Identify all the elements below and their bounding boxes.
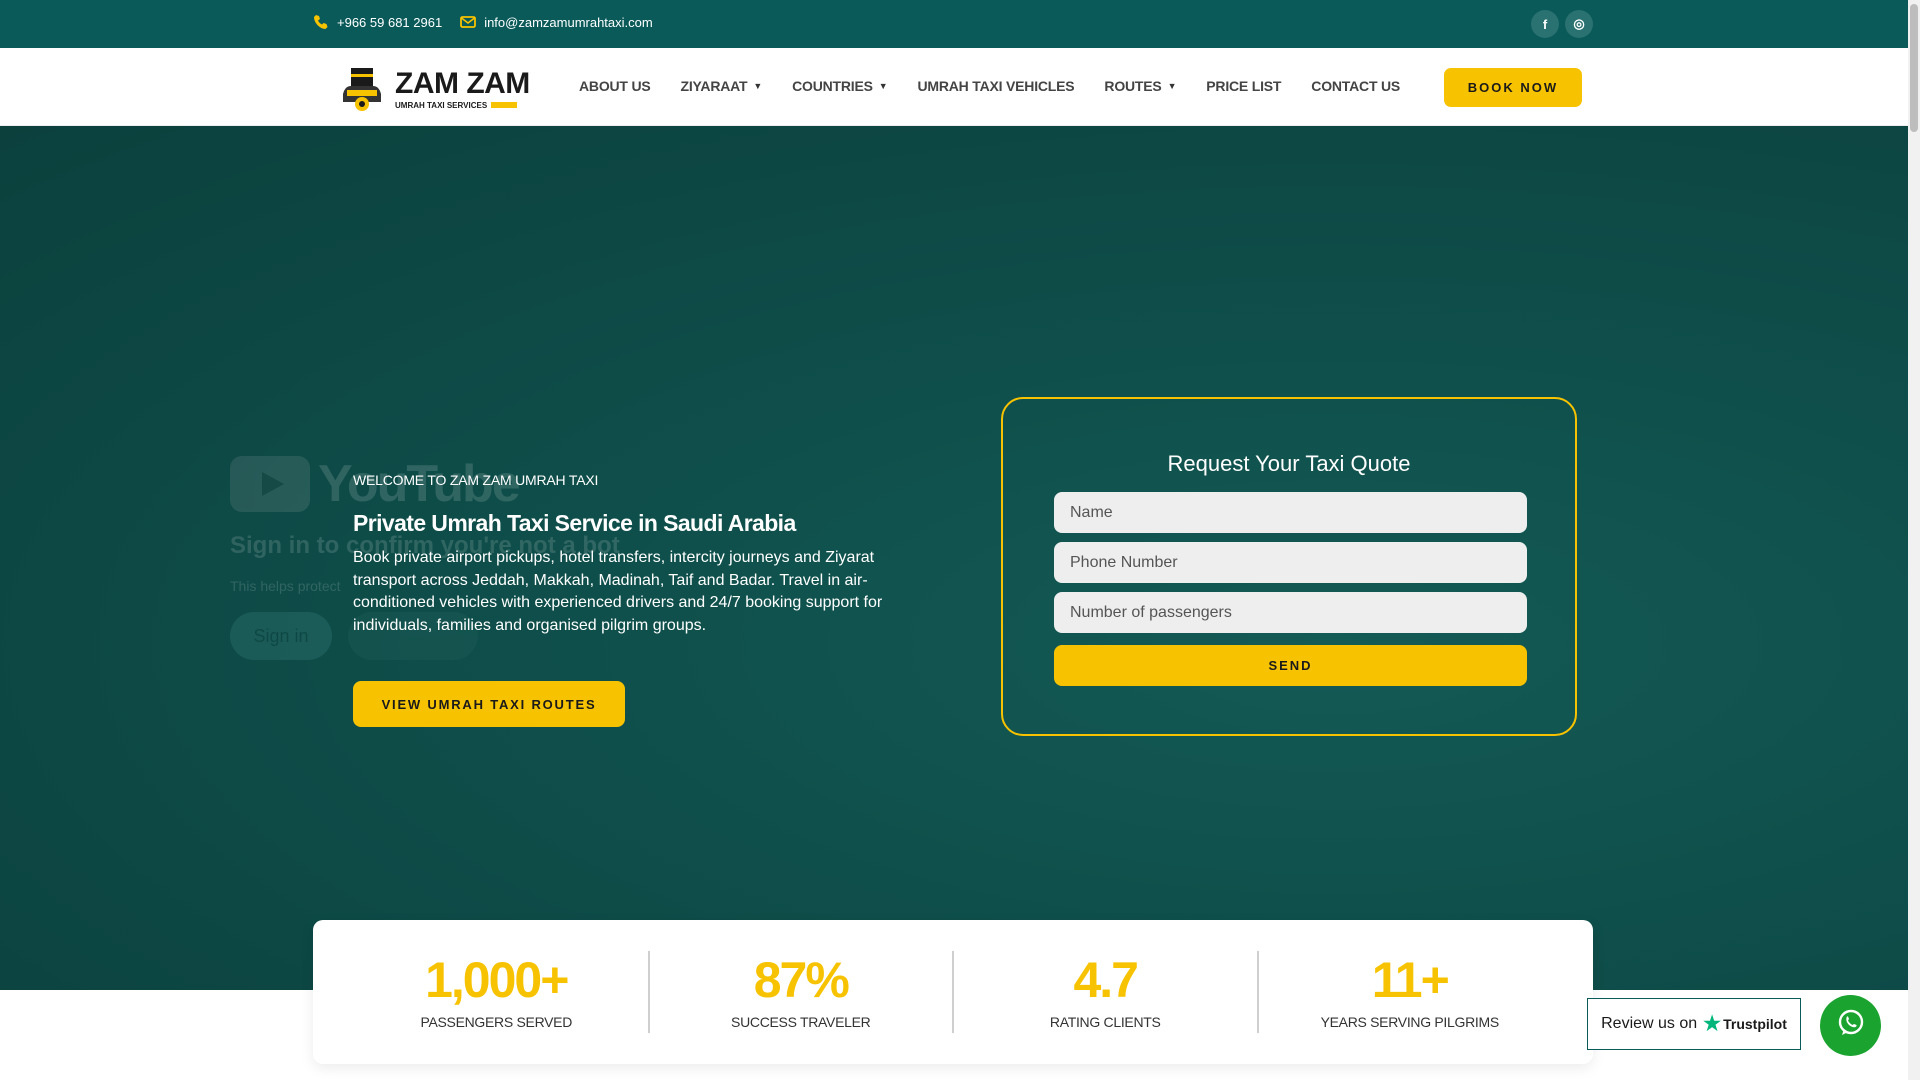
top-contact-bar: +966 59 681 2961 info@zamzamumrahtaxi.co…	[0, 0, 1908, 48]
nav-item-contact-us[interactable]: CONTACT US	[1311, 78, 1400, 94]
hero-section: YouTube Sign in to confirm you're not a …	[0, 126, 1908, 990]
send-button[interactable]: SEND	[1054, 645, 1527, 686]
stat-value: 87%	[753, 952, 850, 1008]
quote-form: Request Your Taxi Quote SEND	[1001, 397, 1577, 736]
stat-passengers: 1,000+ PASSENGERS SERVED	[345, 951, 650, 1033]
nav-item-label: UMRAH TAXI VEHICLES	[917, 78, 1075, 94]
email-link[interactable]: info@zamzamumrahtaxi.com	[460, 15, 653, 30]
hero-description: Book private airport pickups, hotel tran…	[353, 549, 883, 634]
scrollbar-thumb[interactable]	[1910, 4, 1918, 132]
phone-number: +966 59 681 2961	[337, 14, 443, 30]
whatsapp-icon	[1836, 1008, 1866, 1043]
trustpilot-star-icon: ★	[1703, 1013, 1722, 1035]
youtube-play-icon	[230, 456, 310, 512]
stat-years: 11+ YEARS SERVING PILGRIMS	[1259, 951, 1562, 1033]
chevron-down-icon: ▼	[753, 81, 763, 91]
nav-item-label: ABOUT US	[579, 78, 651, 94]
stat-label: PASSENGERS SERVED	[420, 1014, 573, 1030]
main-navigation: ZAM ZAM UMRAH TAXI SERVICES ABOUT US ZIY…	[0, 48, 1908, 126]
stats-row: 1,000+ PASSENGERS SERVED 87% SUCCESS TRA…	[345, 951, 1561, 1033]
stat-success: 87% SUCCESS TRAVELER	[650, 951, 954, 1033]
chevron-down-icon: ▼	[1167, 81, 1177, 91]
phone-link[interactable]: +966 59 681 2961	[313, 14, 442, 30]
instagram-icon[interactable]: ◎	[1565, 10, 1593, 38]
nav-item-about-us[interactable]: ABOUT US	[579, 78, 651, 94]
name-input[interactable]	[1054, 492, 1527, 533]
trustpilot-brand: Trustpilot	[1723, 1016, 1787, 1032]
nav-item-countries[interactable]: COUNTRIES ▼	[792, 78, 888, 94]
youtube-signin-button[interactable]: Sign in	[230, 612, 332, 660]
page-scrollbar[interactable]	[1908, 0, 1920, 1080]
logo-car-icon	[337, 64, 387, 114]
nav-item-label: ROUTES	[1104, 78, 1162, 94]
social-links: f ◎	[1531, 10, 1593, 38]
email-icon	[460, 15, 477, 29]
nav-item-price-list[interactable]: PRICE LIST	[1206, 78, 1281, 94]
stat-label: YEARS SERVING PILGRIMS	[1320, 1014, 1500, 1030]
nav-item-routes[interactable]: ROUTES ▼	[1104, 78, 1176, 94]
quote-form-title: Request Your Taxi Quote	[1167, 451, 1411, 476]
stat-value: 4.7	[1073, 952, 1139, 1008]
logo-brand-text: ZAM ZAM	[395, 66, 530, 100]
phone-icon	[313, 14, 329, 30]
stats-card: 1,000+ PASSENGERS SERVED 87% SUCCESS TRA…	[313, 920, 1593, 1064]
stat-value: 1,000+	[425, 952, 569, 1008]
hero-title: Private Umrah Taxi Service in Saudi Arab…	[353, 510, 796, 536]
whatsapp-button[interactable]	[1820, 995, 1881, 1056]
stat-label: RATING CLIENTS	[1049, 1014, 1161, 1030]
nav-item-label: ZIYARAAT	[680, 78, 748, 94]
logo-tagline: UMRAH TAXI SERVICES	[395, 101, 530, 110]
email-address: info@zamzamumrahtaxi.com	[484, 14, 653, 30]
chevron-down-icon: ▼	[878, 81, 888, 91]
site-logo[interactable]: ZAM ZAM UMRAH TAXI SERVICES	[337, 63, 540, 115]
facebook-icon[interactable]: f	[1531, 10, 1559, 38]
nav-item-label: PRICE LIST	[1206, 78, 1282, 94]
hero-text-block: WELCOME TO ZAM ZAM UMRAH TAXI Private Um…	[353, 472, 933, 637]
nav-item-ziyaraat[interactable]: ZIYARAAT ▼	[681, 78, 763, 94]
book-now-button[interactable]: BOOK NOW	[1444, 68, 1582, 107]
youtube-helper-text: This helps protect	[230, 578, 341, 594]
stat-label: SUCCESS TRAVELER	[731, 1014, 871, 1030]
phone-input[interactable]	[1054, 542, 1527, 583]
trustpilot-review-button[interactable]: Review us on ★ Trustpilot	[1587, 998, 1801, 1050]
nav-item-label: CONTACT US	[1311, 78, 1401, 94]
trustpilot-text: Review us on	[1601, 1015, 1698, 1032]
logo-tagline-bar	[491, 102, 518, 108]
trustpilot-logo: ★ Trustpilot	[1703, 1014, 1787, 1034]
stat-value: 11+	[1371, 952, 1450, 1008]
stat-rating: 4.7 RATING CLIENTS	[954, 951, 1259, 1033]
contact-info: +966 59 681 2961 info@zamzamumrahtaxi.co…	[313, 14, 653, 30]
passengers-input[interactable]	[1054, 592, 1527, 633]
view-routes-button[interactable]: VIEW UMRAH TAXI ROUTES	[353, 681, 625, 727]
nav-menu: ABOUT US ZIYARAAT ▼ COUNTRIES ▼ UMRAH TA…	[579, 78, 1430, 94]
logo-tagline-text: UMRAH TAXI SERVICES	[395, 100, 488, 110]
nav-item-label: COUNTRIES	[792, 78, 873, 94]
nav-item-umrah-taxi-vehicles[interactable]: UMRAH TAXI VEHICLES	[917, 78, 1074, 94]
hero-eyebrow: WELCOME TO ZAM ZAM UMRAH TAXI	[353, 472, 599, 488]
